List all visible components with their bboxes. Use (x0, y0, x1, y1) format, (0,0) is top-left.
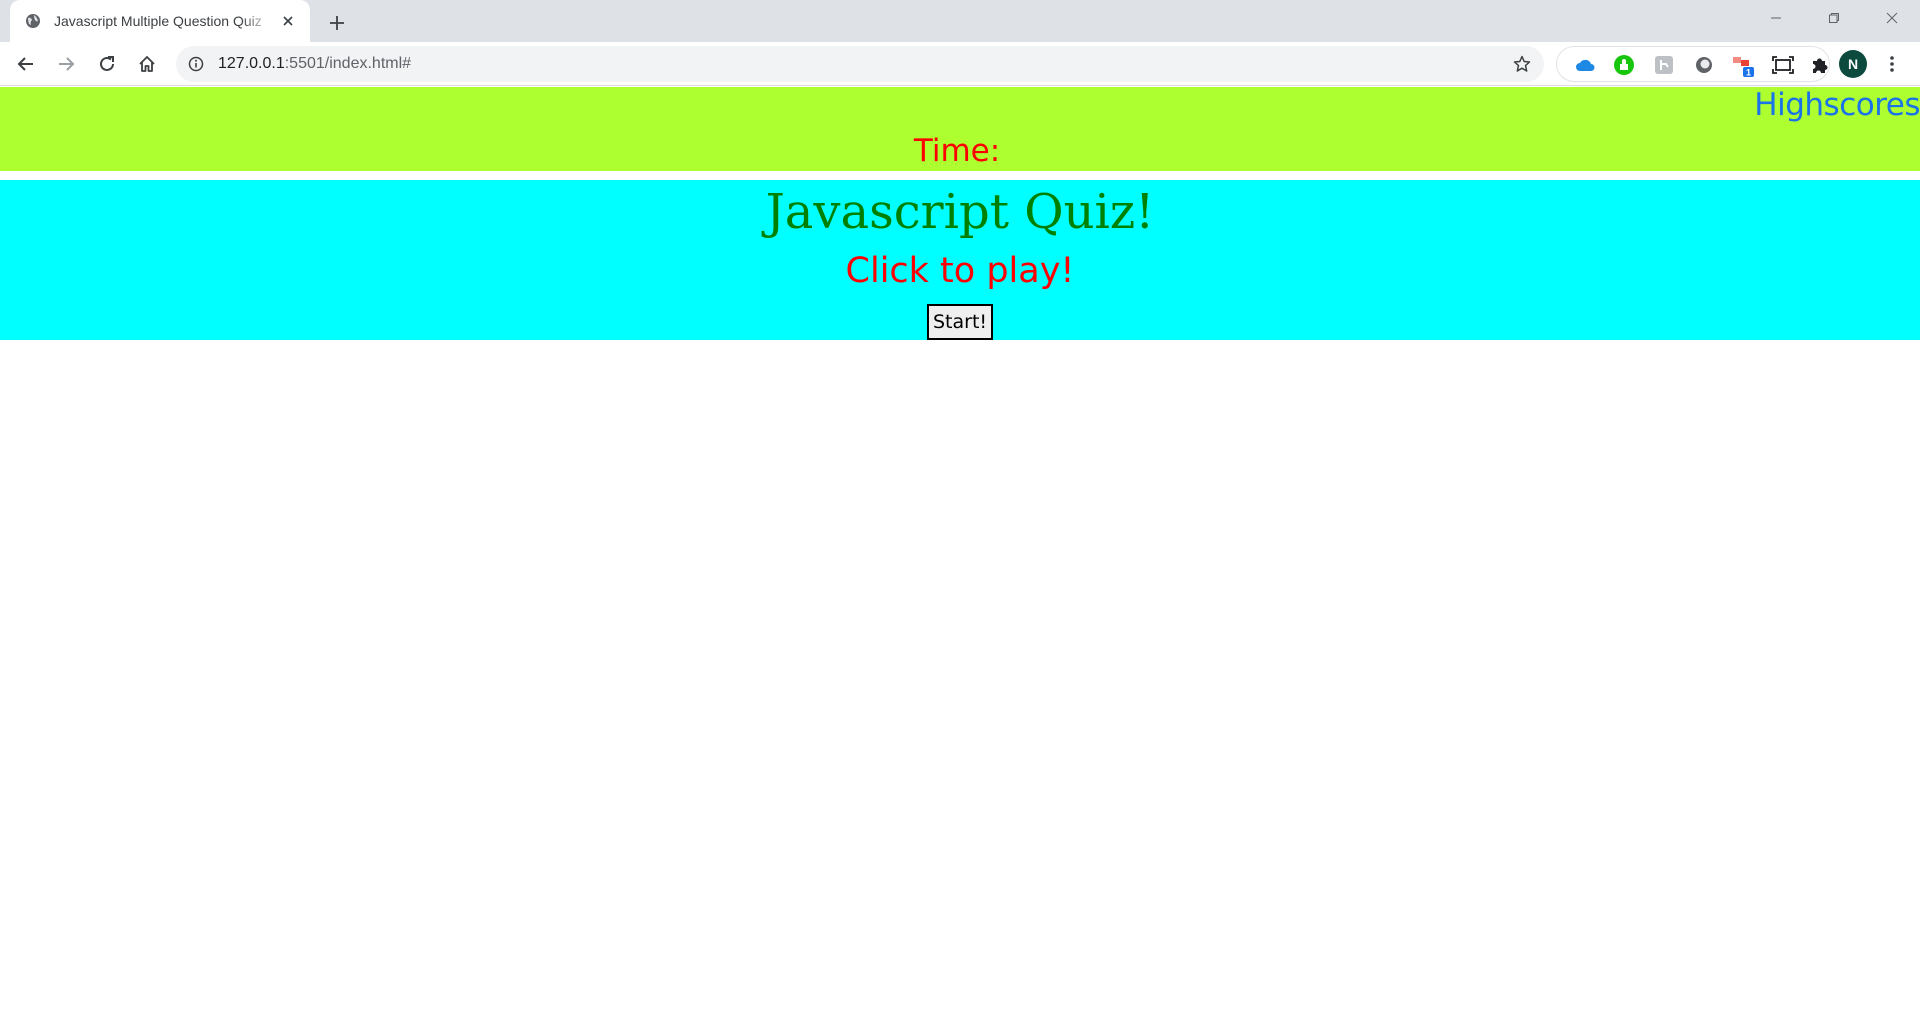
url-host: 127.0.0.1 (218, 55, 285, 72)
close-window-icon[interactable] (1864, 0, 1920, 36)
timer: Time: (0, 133, 1920, 169)
start-button[interactable]: Start! (927, 304, 993, 340)
home-icon[interactable] (131, 48, 163, 80)
new-tab-button[interactable] (324, 10, 350, 36)
site-info-icon[interactable] (186, 54, 206, 74)
quiz-subtitle: Click to play! (845, 251, 1075, 291)
close-tab-icon[interactable] (278, 11, 298, 31)
browser-toolbar: 127.0.0.1:5501/index.html# 1 N (0, 42, 1920, 86)
green-puzzle-extension-icon[interactable] (1612, 53, 1636, 77)
url-text: 127.0.0.1:5501/index.html# (218, 46, 411, 82)
tab-strip: Javascript Multiple Question Quiz (0, 0, 1920, 42)
profile-avatar[interactable]: N (1839, 50, 1867, 78)
gray-extension-icon[interactable] (1652, 53, 1676, 77)
bookmark-star-icon[interactable] (1512, 54, 1532, 74)
back-arrow-icon[interactable] (10, 48, 42, 80)
globe-icon (24, 12, 42, 30)
timer-label: Time: (913, 133, 1001, 169)
address-bar[interactable]: 127.0.0.1:5501/index.html# (176, 46, 1544, 82)
screen-capture-icon[interactable] (1771, 53, 1795, 77)
forward-arrow-icon[interactable] (50, 48, 82, 80)
browser-tab[interactable]: Javascript Multiple Question Quiz (10, 0, 310, 42)
circle-extension-icon[interactable] (1692, 53, 1716, 77)
minimize-icon[interactable] (1748, 0, 1804, 36)
onedrive-cloud-icon[interactable] (1573, 53, 1597, 77)
quiz-header: Highscores Time: (0, 87, 1920, 171)
tab-title: Javascript Multiple Question Quiz (54, 13, 262, 29)
restore-icon[interactable] (1806, 0, 1862, 36)
url-path: :5501/index.html# (284, 55, 412, 72)
red-extension-icon[interactable]: 1 (1731, 53, 1755, 77)
quiz-title: Javascript Quiz! (765, 184, 1155, 240)
highscores-link[interactable]: Highscores (1754, 87, 1920, 123)
svg-text:1: 1 (1746, 68, 1751, 78)
intro-section: Javascript Quiz! Click to play! Start! (0, 180, 1920, 340)
more-menu-icon[interactable] (1880, 50, 1904, 78)
extensions-puzzle-icon[interactable] (1808, 53, 1832, 77)
reload-icon[interactable] (91, 48, 123, 80)
extensions-area: 1 (1556, 46, 1830, 82)
